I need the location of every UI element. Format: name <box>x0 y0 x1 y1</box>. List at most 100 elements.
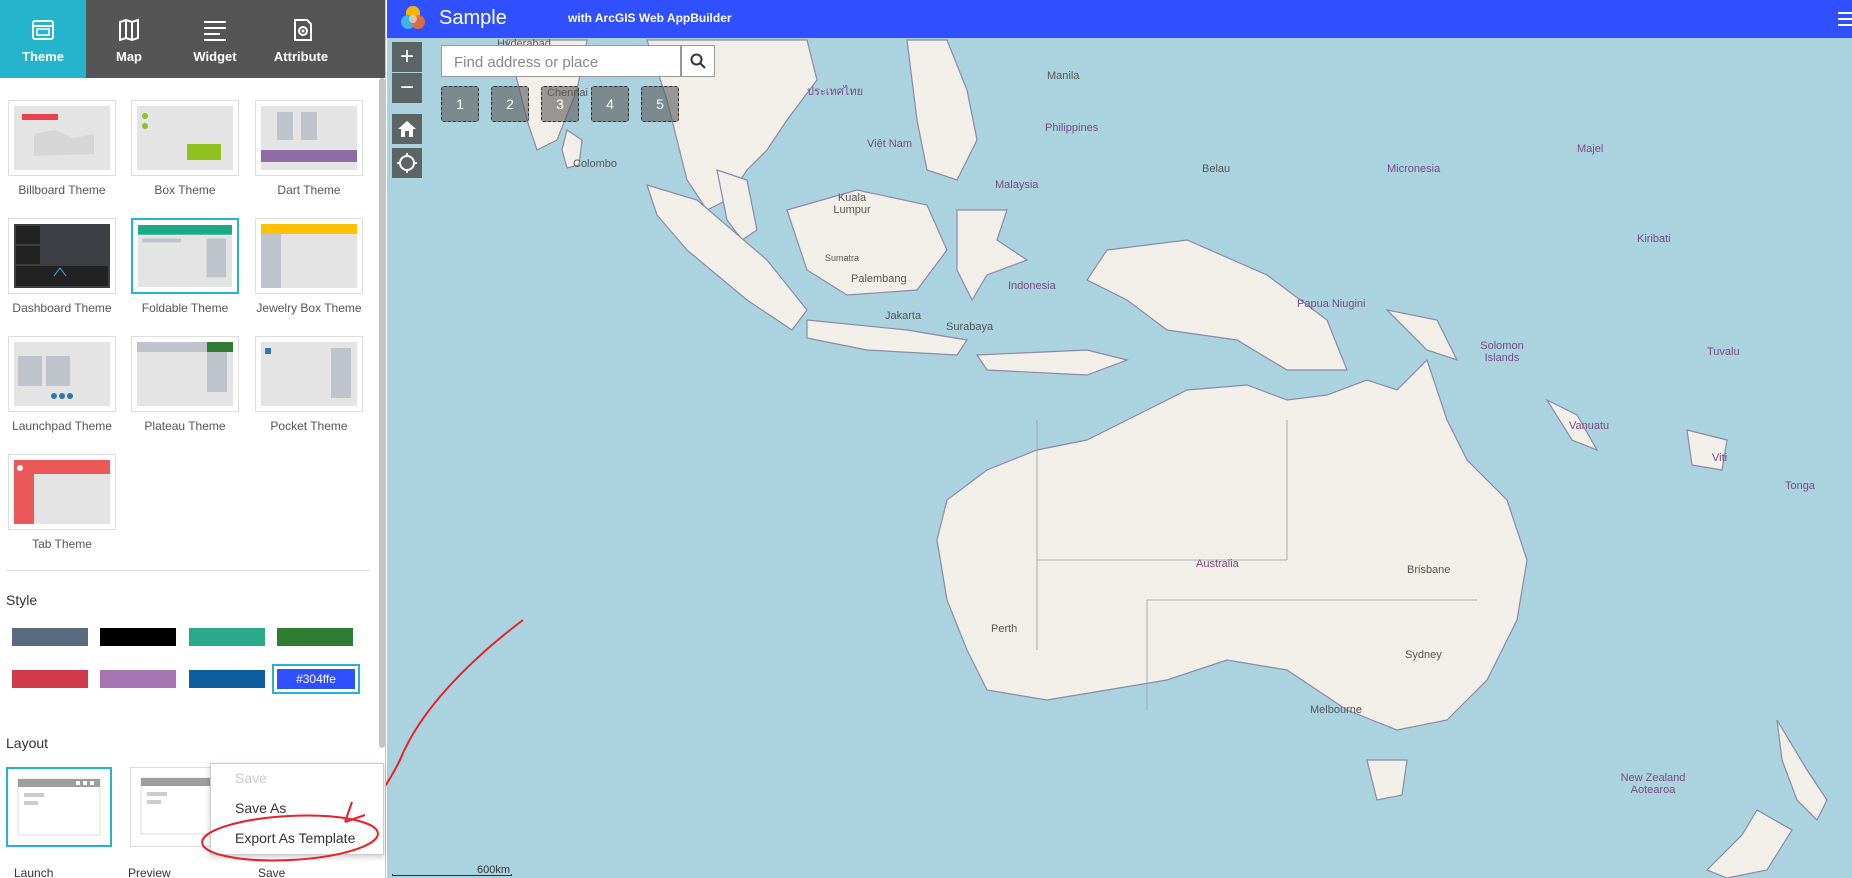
style-color-swatch[interactable] <box>100 670 176 688</box>
map-label: Malaysia <box>995 179 1039 191</box>
locate-icon <box>397 153 417 173</box>
theme-thumbnail <box>131 336 239 412</box>
map-label: Solomon Islands <box>1480 340 1524 364</box>
map-label: Sumatra <box>825 253 860 263</box>
app-header: Sample with ArcGIS Web AppBuilder <box>387 0 1852 38</box>
launch-button[interactable]: Launch <box>14 866 53 878</box>
tab-label: Attribute <box>273 48 329 64</box>
map-label: Colombo <box>573 158 618 170</box>
builder-panel: Theme Map Widget Attribute Billboard The… <box>0 0 386 878</box>
selected-color-label: #304ffe <box>277 669 355 689</box>
widget-icon <box>204 20 226 41</box>
bookmark-button[interactable]: 2 <box>491 86 529 122</box>
theme-thumbnail <box>8 218 116 294</box>
map-label: Viti <box>1712 452 1728 464</box>
map-label: Việt Nam <box>867 138 913 150</box>
theme-label: Dashboard Theme <box>12 301 112 315</box>
theme-dashboard[interactable]: Dashboard Theme <box>8 218 116 317</box>
theme-thumbnail <box>131 100 239 176</box>
zoom-in-button[interactable]: + <box>392 42 422 72</box>
style-color-swatch[interactable] <box>189 670 265 688</box>
theme-jewelry-box[interactable]: Jewelry Box Theme <box>255 218 363 317</box>
theme-thumbnail <box>255 100 363 176</box>
tab-widget[interactable]: Widget <box>172 0 258 78</box>
style-color-swatch[interactable] <box>100 628 176 646</box>
theme-thumbnail <box>8 100 116 176</box>
search-button[interactable] <box>681 45 715 77</box>
map-label: Kuala Lumpur <box>833 192 871 216</box>
theme-label: Box Theme <box>154 183 216 197</box>
theme-label: Billboard Theme <box>18 183 106 197</box>
map-label: Belau <box>1202 163 1231 175</box>
app-subtitle: with ArcGIS Web AppBuilder <box>568 11 732 25</box>
tab-map[interactable]: Map <box>86 0 172 78</box>
theme-label: Foldable Theme <box>141 301 229 315</box>
theme-pocket[interactable]: Pocket Theme <box>255 336 363 435</box>
theme-billboard[interactable]: Billboard Theme <box>8 100 116 199</box>
tab-label: Map <box>116 48 142 64</box>
home-button[interactable] <box>392 114 422 144</box>
style-color-swatch[interactable] <box>277 628 353 646</box>
theme-thumbnail <box>131 218 239 294</box>
theme-thumbnail <box>8 336 116 412</box>
menu-item-export-as-template[interactable]: Export As Template <box>235 830 355 846</box>
preview-button[interactable]: Preview <box>128 866 171 878</box>
map-view[interactable]: Hyderabad Chennai ประเทศไทย Manila Phili… <box>387 0 1852 878</box>
header-menu-icon[interactable] <box>1836 8 1852 30</box>
search-input[interactable]: Find address or place <box>441 45 681 77</box>
zoom-out-button[interactable]: − <box>392 73 422 103</box>
save-context-menu: Save Save As Export As Template <box>210 763 384 855</box>
theme-label: Pocket Theme <box>270 419 348 433</box>
map-label: Micronesia <box>1387 163 1441 175</box>
tab-label: Theme <box>22 48 64 64</box>
search-icon <box>690 53 706 69</box>
theme-box[interactable]: Box Theme <box>131 100 239 199</box>
bookmark-button[interactable]: 4 <box>591 86 629 122</box>
tab-theme[interactable]: Theme <box>0 0 86 78</box>
tab-attribute[interactable]: Attribute <box>258 0 344 78</box>
theme-tab[interactable]: Tab Theme <box>8 454 116 553</box>
style-color-swatch[interactable] <box>12 628 88 646</box>
layout-thumbnail <box>17 778 101 836</box>
theme-label: Tab Theme <box>32 537 92 551</box>
scale-label: 600km <box>477 864 511 876</box>
theme-thumbnail <box>255 336 363 412</box>
layout-section-title: Layout <box>6 735 49 751</box>
map-label: ประเทศไทย <box>807 86 864 98</box>
theme-label: Dart Theme <box>277 183 341 197</box>
map-icon <box>119 18 139 41</box>
map-label: Melbourne <box>1310 704 1362 716</box>
theme-launchpad[interactable]: Launchpad Theme <box>8 336 116 435</box>
menu-item-save-as[interactable]: Save As <box>235 800 286 816</box>
map-label: Jakarta <box>885 310 922 322</box>
bookmark-button[interactable]: 3 <box>541 86 579 122</box>
style-color-swatch[interactable] <box>189 628 265 646</box>
map-label: Majel <box>1577 143 1604 155</box>
theme-plateau[interactable]: Plateau Theme <box>131 336 239 435</box>
save-button[interactable]: Save <box>258 866 285 878</box>
locate-button[interactable] <box>392 148 422 178</box>
theme-foldable[interactable]: Foldable Theme <box>131 218 239 317</box>
map-label: Vanuatu <box>1569 420 1610 432</box>
menu-item-save[interactable]: Save <box>235 770 267 786</box>
basemap <box>506 39 1828 878</box>
app-title: Sample <box>439 7 507 29</box>
builder-tabs: Theme Map Widget Attribute <box>0 0 385 78</box>
style-color-swatch-selected[interactable]: #304ffe <box>272 664 360 694</box>
builder-bottom-bar: Launch Preview Save <box>0 862 385 878</box>
panel-scrollbar[interactable] <box>379 78 385 748</box>
app-logo-icon <box>401 6 425 29</box>
layout-option-1[interactable] <box>6 767 112 847</box>
tab-label: Widget <box>193 48 237 64</box>
style-color-swatch[interactable] <box>12 670 88 688</box>
bookmark-button[interactable]: 1 <box>441 86 479 122</box>
map-label: Australia <box>1196 558 1239 570</box>
map-label: Surabaya <box>946 321 994 333</box>
theme-label: Launchpad Theme <box>12 419 112 433</box>
home-icon <box>398 121 416 137</box>
theme-dart[interactable]: Dart Theme <box>255 100 363 199</box>
map-label: New Zealand Aotearoa <box>1620 772 1686 796</box>
bookmark-button[interactable]: 5 <box>641 86 679 122</box>
map-label: Philippines <box>1045 122 1099 134</box>
theme-icon <box>32 19 54 40</box>
